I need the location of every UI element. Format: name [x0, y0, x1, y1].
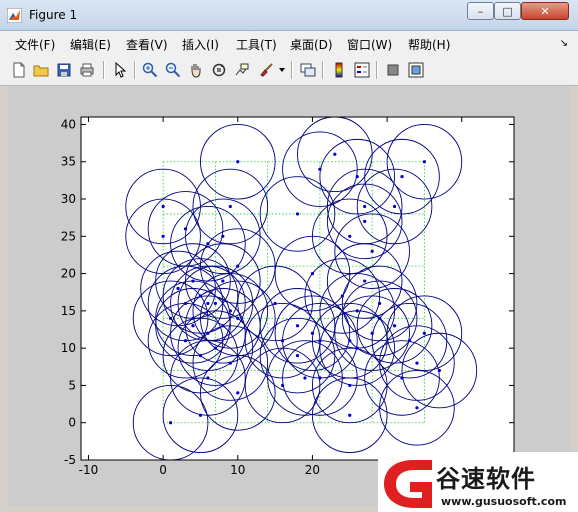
data-point	[198, 294, 203, 298]
data-point	[437, 368, 441, 373]
data-point	[355, 175, 359, 179]
scatter-plot: -10010203040-50510152025303540	[61, 116, 515, 477]
data-point	[363, 204, 367, 209]
data-point	[310, 271, 315, 276]
data-point	[191, 324, 195, 328]
data-point	[392, 204, 397, 209]
y-tick-label: 40	[61, 117, 76, 131]
data-point	[355, 309, 359, 313]
data-point	[348, 383, 352, 388]
data-point	[370, 249, 374, 253]
data-point	[295, 212, 300, 216]
data-point	[213, 346, 217, 350]
data-point	[415, 406, 419, 410]
y-tick-label: 15	[61, 304, 76, 318]
data-point	[318, 339, 322, 343]
data-point	[198, 413, 203, 417]
data-point	[206, 242, 210, 246]
data-point	[221, 324, 225, 328]
data-point	[355, 346, 359, 350]
data-point	[340, 294, 344, 298]
data-point	[176, 286, 180, 291]
data-point	[221, 279, 225, 283]
data-point	[378, 316, 382, 320]
data-point	[318, 376, 322, 380]
data-point	[295, 354, 300, 358]
y-tick-label: -5	[64, 453, 76, 467]
data-point	[363, 279, 367, 283]
data-point	[363, 219, 367, 223]
data-point	[206, 301, 210, 306]
data-point	[378, 301, 382, 306]
y-tick-label: 35	[61, 155, 76, 169]
data-point	[333, 152, 337, 156]
x-tick-label: 0	[159, 463, 167, 477]
y-tick-label: 10	[61, 341, 76, 355]
data-point	[236, 316, 240, 320]
data-point	[370, 331, 374, 335]
data-point	[161, 234, 165, 238]
y-tick-label: 5	[68, 378, 76, 392]
data-point	[310, 331, 315, 335]
data-point	[280, 339, 285, 343]
data-point	[213, 301, 217, 306]
y-tick-label: 30	[61, 192, 76, 206]
data-point	[168, 421, 173, 425]
data-point	[273, 301, 277, 306]
data-point	[228, 309, 232, 313]
y-tick-label: 20	[61, 267, 76, 281]
data-point	[228, 204, 232, 209]
data-point	[183, 339, 188, 343]
data-point	[400, 376, 404, 380]
data-point	[318, 167, 322, 171]
data-point	[348, 339, 352, 343]
data-point	[295, 324, 300, 328]
data-point	[422, 331, 427, 335]
watermark-brand: 谷速软件	[436, 465, 536, 493]
data-point	[198, 354, 203, 358]
data-point	[236, 264, 240, 268]
data-point	[407, 339, 412, 343]
data-point	[183, 227, 188, 231]
y-tick-label: 25	[61, 229, 76, 243]
x-tick-label: 20	[305, 463, 320, 477]
data-point	[348, 234, 352, 238]
data-point	[280, 383, 285, 388]
x-tick-label: 10	[230, 463, 245, 477]
data-point	[348, 413, 352, 417]
x-tick-label: -10	[79, 463, 99, 477]
data-point	[161, 204, 165, 209]
data-point	[191, 279, 195, 283]
data-point	[392, 324, 397, 328]
data-point	[206, 376, 210, 380]
data-point	[191, 316, 195, 320]
data-point	[168, 316, 173, 320]
data-point	[183, 301, 188, 306]
watermark-url: www.gusuosoft.com	[441, 495, 567, 508]
data-point	[228, 361, 232, 365]
figure-window: Figure 1 – □ ✕ 文件(F) 编辑(E) 查看(V) 插入(I) 工…	[0, 0, 578, 512]
data-point	[303, 376, 307, 380]
data-point	[206, 331, 210, 335]
data-point	[236, 391, 240, 395]
y-tick-label: 0	[68, 416, 76, 430]
data-point	[221, 234, 225, 238]
data-point	[415, 361, 419, 365]
data-point	[400, 175, 404, 179]
data-point	[236, 160, 240, 164]
data-point	[422, 160, 427, 164]
